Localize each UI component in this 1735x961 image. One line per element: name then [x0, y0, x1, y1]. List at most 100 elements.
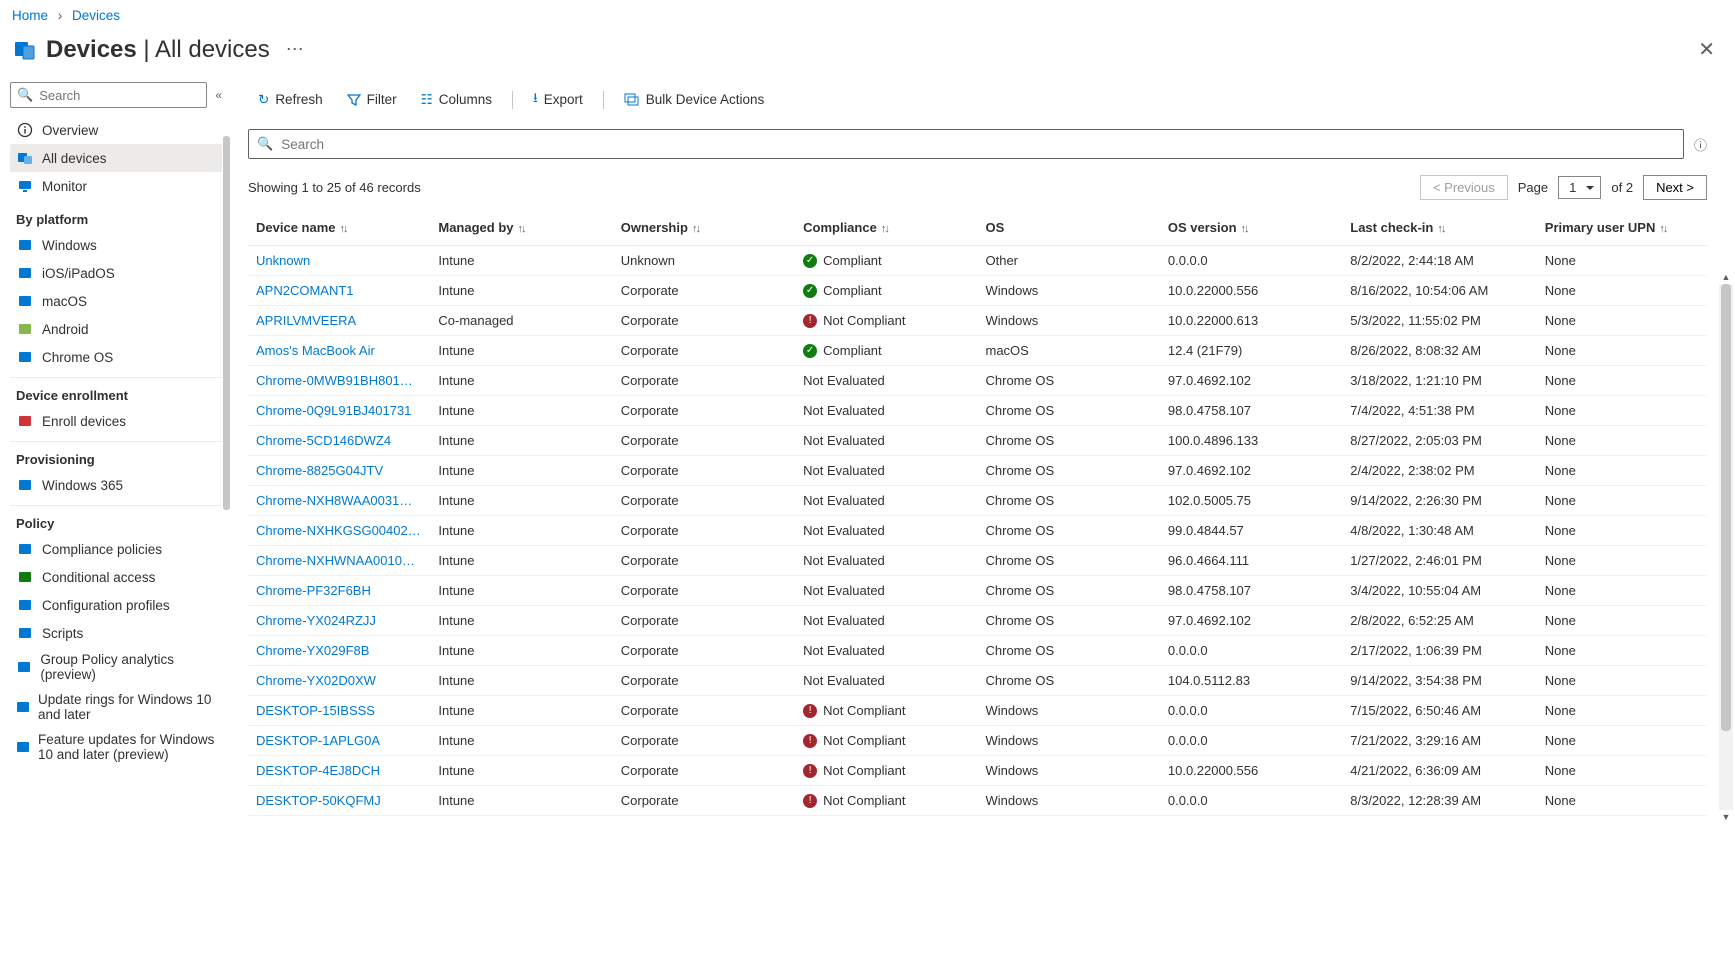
sidebar-item-monitor[interactable]: Monitor — [10, 172, 222, 200]
col-primary-upn[interactable]: Primary user UPN↑↓ — [1537, 210, 1707, 246]
device-link[interactable]: DESKTOP-50KQFMJ — [256, 793, 381, 808]
device-link[interactable]: Amos's MacBook Air — [256, 343, 375, 358]
device-link[interactable]: Chrome-0MWB91BH801… — [256, 373, 413, 388]
next-page-button[interactable]: Next > — [1643, 175, 1707, 200]
table-row[interactable]: Amos's MacBook AirIntuneCorporate✓Compli… — [248, 336, 1707, 366]
sidebar-item-overview[interactable]: Overview — [10, 116, 222, 144]
export-button[interactable]: ⭳Export — [523, 84, 593, 115]
scroll-down-icon[interactable]: ▼ — [1719, 810, 1733, 824]
device-link[interactable]: DESKTOP-15IBSSS — [256, 703, 375, 718]
filter-button[interactable]: Filter — [337, 88, 407, 111]
device-link[interactable]: Chrome-NXHWNAA0010… — [256, 553, 415, 568]
pager: < Previous Page 1 of 2 Next > — [1420, 175, 1707, 200]
table-row[interactable]: DESKTOP-50KQFMJIntuneCorporate!Not Compl… — [248, 786, 1707, 816]
device-link[interactable]: Chrome-PF32F6BH — [256, 583, 371, 598]
table-row[interactable]: Chrome-NXH8WAA0031…IntuneCorporateNot Ev… — [248, 486, 1707, 516]
sidebar-icon — [16, 698, 30, 716]
bulk-actions-button[interactable]: Bulk Device Actions — [614, 88, 775, 111]
table-row[interactable]: Chrome-0MWB91BH801…IntuneCorporateNot Ev… — [248, 366, 1707, 396]
more-button[interactable]: ⋯ — [286, 39, 304, 60]
cell-checkin: 5/3/2022, 11:55:02 PM — [1342, 306, 1537, 336]
col-ownership[interactable]: Ownership↑↓ — [613, 210, 795, 246]
device-link[interactable]: Chrome-8825G04JTV — [256, 463, 383, 478]
table-row[interactable]: Chrome-NXHWNAA0010…IntuneCorporateNot Ev… — [248, 546, 1707, 576]
table-row[interactable]: Chrome-YX029F8BIntuneCorporateNot Evalua… — [248, 636, 1707, 666]
sidebar-item-macos[interactable]: macOS — [10, 287, 222, 315]
refresh-button[interactable]: ↻Refresh — [248, 88, 333, 112]
col-last-checkin[interactable]: Last check-in↑↓ — [1342, 210, 1537, 246]
device-link[interactable]: Chrome-YX024RZJJ — [256, 613, 376, 628]
table-row[interactable]: Chrome-0Q9L91BJ401731IntuneCorporateNot … — [248, 396, 1707, 426]
device-link[interactable]: APRILVMVEERA — [256, 313, 356, 328]
sidebar-collapse-button[interactable]: « — [215, 88, 222, 102]
sidebar-item-chrome-os[interactable]: Chrome OS — [10, 343, 222, 371]
close-button[interactable]: ✕ — [1690, 33, 1723, 66]
sidebar-item-enroll-devices[interactable]: Enroll devices — [10, 407, 222, 435]
table-row[interactable]: Chrome-PF32F6BHIntuneCorporateNot Evalua… — [248, 576, 1707, 606]
device-link[interactable]: Chrome-5CD146DWZ4 — [256, 433, 391, 448]
table-row[interactable]: Chrome-5CD146DWZ4IntuneCorporateNot Eval… — [248, 426, 1707, 456]
main-search[interactable]: 🔍 — [248, 129, 1684, 159]
device-link[interactable]: Chrome-YX02D0XW — [256, 673, 376, 688]
download-icon: ⭳ — [533, 88, 538, 111]
sidebar-scrollbar[interactable] — [223, 136, 230, 816]
table-row[interactable]: APN2COMANT1IntuneCorporate✓CompliantWind… — [248, 276, 1707, 306]
page-select[interactable]: 1 — [1558, 176, 1601, 199]
table-row[interactable]: DESKTOP-4EJ8DCHIntuneCorporate!Not Compl… — [248, 756, 1707, 786]
info-icon[interactable]: ⓘ — [1694, 135, 1707, 154]
cell-os: Chrome OS — [978, 636, 1160, 666]
device-link[interactable]: Chrome-NXHKGSG00402… — [256, 523, 421, 538]
sidebar-item-windows-365[interactable]: Windows 365 — [10, 471, 222, 499]
table-row[interactable]: UnknownIntuneUnknown✓CompliantOther0.0.0… — [248, 246, 1707, 276]
cell-checkin: 8/27/2022, 2:05:03 PM — [1342, 426, 1537, 456]
sidebar-item-android[interactable]: Android — [10, 315, 222, 343]
cell-upn: None — [1537, 516, 1707, 546]
table-row[interactable]: Chrome-YX02D0XWIntuneCorporateNot Evalua… — [248, 666, 1707, 696]
col-managed-by[interactable]: Managed by↑↓ — [430, 210, 612, 246]
bulk-icon — [624, 93, 640, 107]
sidebar-item-compliance-policies[interactable]: Compliance policies — [10, 535, 222, 563]
table-row[interactable]: DESKTOP-15IBSSSIntuneCorporate!Not Compl… — [248, 696, 1707, 726]
columns-button[interactable]: ☷Columns — [411, 88, 502, 112]
device-link[interactable]: APN2COMANT1 — [256, 283, 354, 298]
sidebar-search[interactable]: 🔍 — [10, 82, 207, 108]
table-row[interactable]: Chrome-NXHKGSG00402…IntuneCorporateNot E… — [248, 516, 1707, 546]
device-link[interactable]: Chrome-YX029F8B — [256, 643, 369, 658]
breadcrumb-current[interactable]: Devices — [72, 8, 120, 23]
cell-managed: Intune — [430, 786, 612, 816]
table-row[interactable]: Chrome-YX024RZJJIntuneCorporateNot Evalu… — [248, 606, 1707, 636]
device-link[interactable]: Chrome-0Q9L91BJ401731 — [256, 403, 411, 418]
device-link[interactable]: DESKTOP-4EJ8DCH — [256, 763, 380, 778]
cell-upn: None — [1537, 576, 1707, 606]
device-link[interactable]: DESKTOP-1APLG0A — [256, 733, 380, 748]
sidebar-item-windows[interactable]: Windows — [10, 231, 222, 259]
table-row[interactable]: APRILVMVEERACo-managedCorporate!Not Comp… — [248, 306, 1707, 336]
device-link[interactable]: Chrome-NXH8WAA0031… — [256, 493, 412, 508]
sidebar-item-scripts[interactable]: Scripts — [10, 619, 222, 647]
sidebar-item-conditional-access[interactable]: Conditional access — [10, 563, 222, 591]
breadcrumb-home[interactable]: Home — [12, 8, 48, 23]
col-device-name[interactable]: Device name↑↓ — [248, 210, 430, 246]
main-search-input[interactable] — [279, 136, 1675, 153]
sidebar-item-all-devices[interactable]: All devices — [10, 144, 222, 172]
sidebar-item-update-rings-for-windows-10-and-later[interactable]: Update rings for Windows 10 and later — [10, 687, 222, 727]
table-row[interactable]: Chrome-8825G04JTVIntuneCorporateNot Eval… — [248, 456, 1707, 486]
cell-managed: Intune — [430, 606, 612, 636]
prev-page-button[interactable]: < Previous — [1420, 175, 1508, 200]
col-os[interactable]: OS — [978, 210, 1160, 246]
sidebar-item-configuration-profiles[interactable]: Configuration profiles — [10, 591, 222, 619]
cell-ownership: Corporate — [613, 576, 795, 606]
main-scrollbar[interactable]: ▲ ▼ — [1719, 284, 1733, 810]
sidebar-item-feature-updates-for-windows-10-and-later-preview-[interactable]: Feature updates for Windows 10 and later… — [10, 727, 222, 767]
device-link[interactable]: Unknown — [256, 253, 310, 268]
sidebar-search-input[interactable] — [37, 87, 200, 104]
cell-checkin: 7/15/2022, 6:50:46 AM — [1342, 696, 1537, 726]
scroll-up-icon[interactable]: ▲ — [1719, 270, 1733, 284]
sidebar-item-ios-ipados[interactable]: iOS/iPadOS — [10, 259, 222, 287]
sidebar-item-group-policy-analytics-preview-[interactable]: Group Policy analytics (preview) — [10, 647, 222, 687]
toolbar-separator — [512, 91, 513, 109]
col-compliance[interactable]: Compliance↑↓ — [795, 210, 977, 246]
table-row[interactable]: DESKTOP-1APLG0AIntuneCorporate!Not Compl… — [248, 726, 1707, 756]
col-os-version[interactable]: OS version↑↓ — [1160, 210, 1342, 246]
cell-upn: None — [1537, 486, 1707, 516]
